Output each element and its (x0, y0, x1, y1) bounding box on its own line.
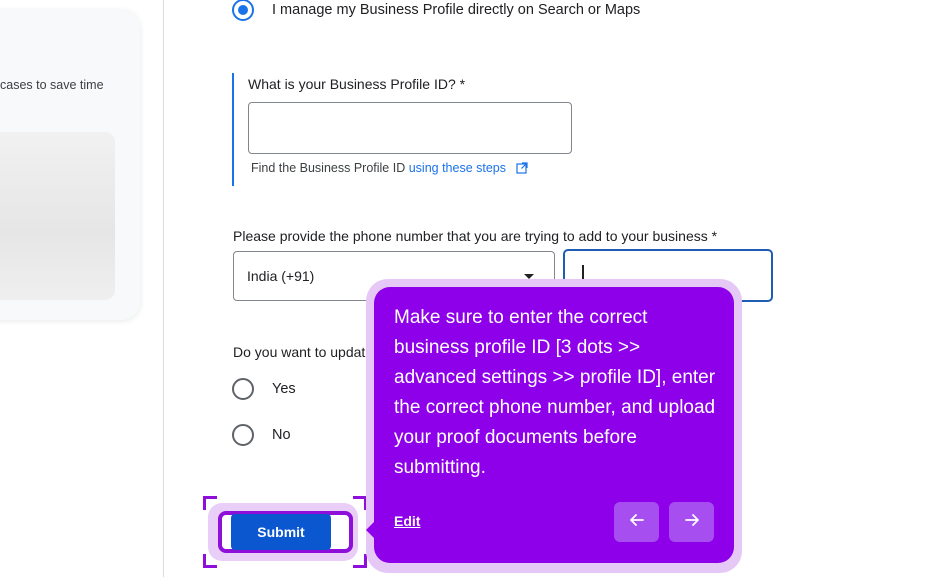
tooltip-message: Make sure to enter the correct business … (394, 307, 716, 478)
tooltip-next-button[interactable] (669, 502, 714, 542)
focus-corner-bottom-left (203, 554, 217, 568)
profile-id-input[interactable] (248, 102, 572, 154)
arrow-right-icon (683, 511, 701, 534)
info-card-text: cases to save time (0, 78, 104, 92)
focus-corner-bottom-right (353, 554, 367, 568)
update-question-label: Do you want to updat (233, 344, 366, 360)
profile-id-steps-link[interactable]: using these steps (409, 161, 506, 175)
radio-manage-directly-label: I manage my Business Profile directly on… (272, 2, 641, 18)
profile-id-helper-text: Find the Business Profile ID (251, 161, 409, 175)
arrow-left-icon (628, 511, 646, 534)
focus-corner-top-left (203, 496, 217, 510)
external-link-icon[interactable] (515, 162, 528, 177)
left-panel: cases to save time (0, 0, 164, 577)
radio-yes-label: Yes (272, 381, 296, 397)
phone-label: Please provide the phone number that you… (233, 228, 718, 244)
country-code-value: India (+91) (247, 268, 315, 284)
section-indicator-bar (232, 73, 234, 186)
info-card: cases to save time (0, 10, 140, 320)
submit-button[interactable]: Submit (231, 514, 331, 550)
tooltip-prev-button[interactable] (614, 502, 659, 542)
radio-yes[interactable] (232, 378, 254, 400)
profile-id-helper: Find the Business Profile ID using these… (251, 161, 528, 177)
radio-no[interactable] (232, 424, 254, 446)
guide-tooltip: Make sure to enter the correct business … (374, 287, 734, 563)
radio-no-label: No (272, 427, 291, 443)
info-card-image (0, 132, 115, 300)
radio-manage-directly[interactable] (232, 0, 254, 21)
focus-corner-top-right (353, 496, 367, 510)
tooltip-edit-link[interactable]: Edit (394, 513, 420, 529)
profile-id-label: What is your Business Profile ID? * (248, 76, 466, 92)
